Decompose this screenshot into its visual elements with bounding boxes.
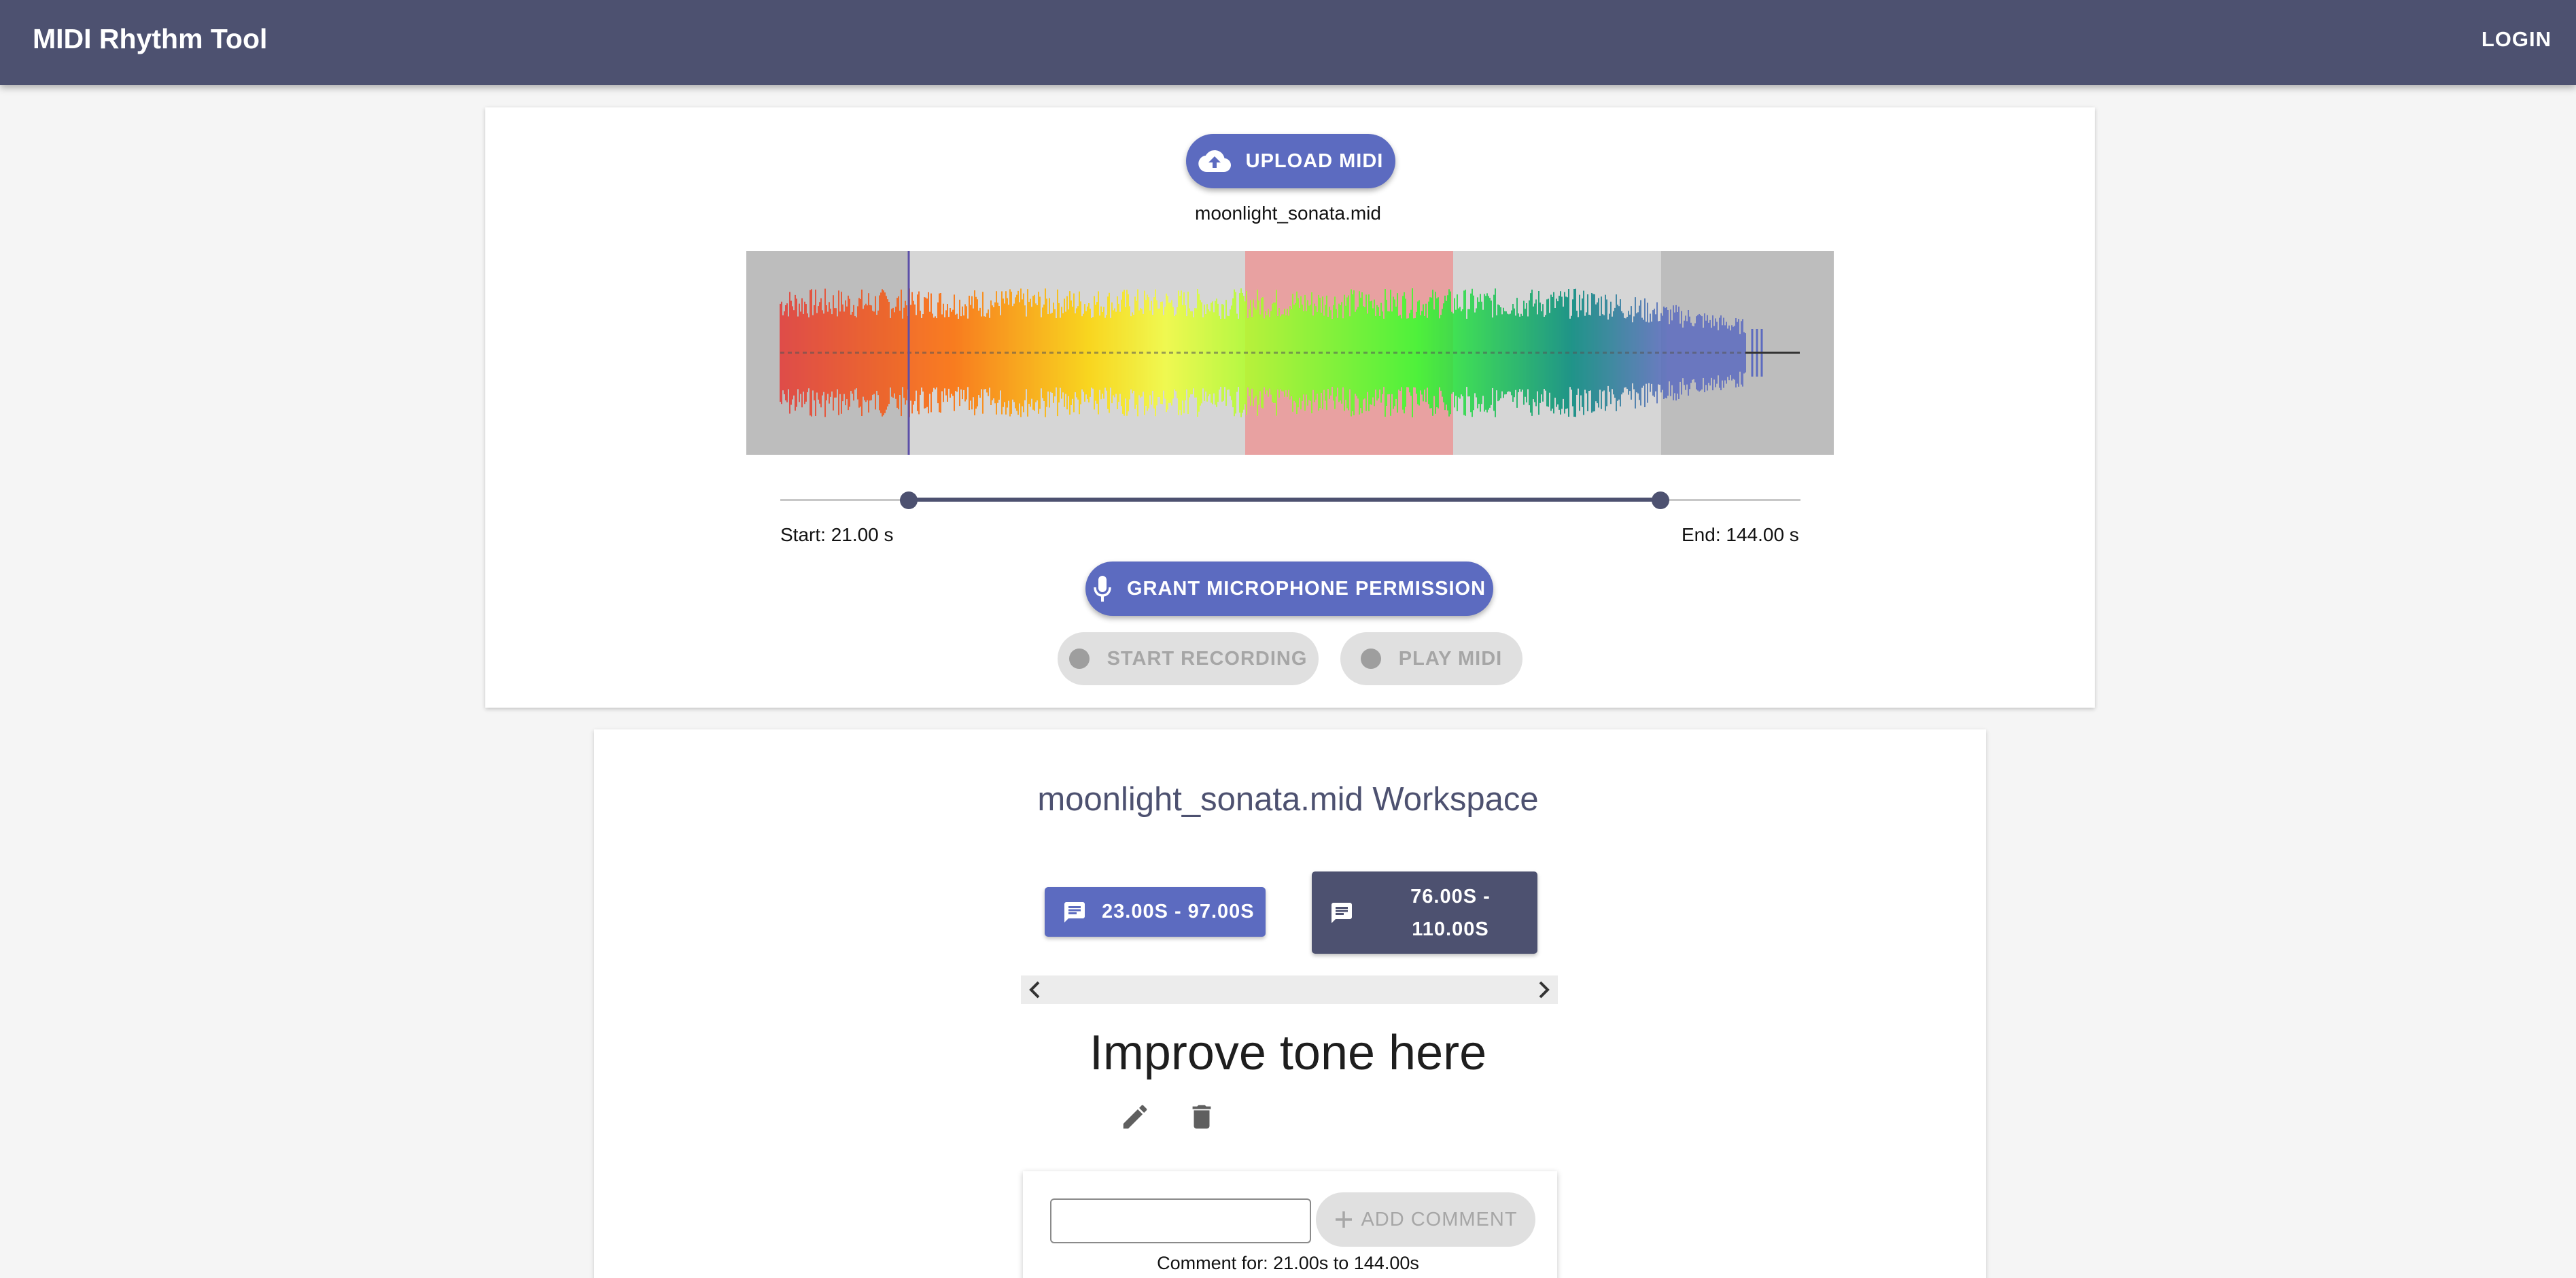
login-button[interactable]: LOGIN: [2482, 27, 2552, 52]
app-title: MIDI Rhythm Tool: [33, 23, 268, 54]
add-comment-button[interactable]: ADD COMMENT: [1316, 1192, 1535, 1247]
play-midi-button[interactable]: PLAY MIDI: [1340, 632, 1522, 685]
waveform-display[interactable]: [746, 251, 1834, 455]
comment-range-label-1: 23.00S - 97.00S: [1102, 901, 1255, 922]
comment-range-info: Comment for: 21.00s to 144.00s: [1157, 1253, 1419, 1273]
comment-range-button-1[interactable]: 23.00S - 97.00S: [1045, 887, 1266, 937]
comment-input[interactable]: [1050, 1198, 1311, 1243]
app-bar: MIDI Rhythm Tool LOGIN: [0, 0, 2576, 85]
chevron-left-icon[interactable]: [1025, 978, 1045, 1005]
grant-microphone-button[interactable]: GRANT MICROPHONE PERMISSION: [1085, 562, 1493, 616]
comment-icon: [1062, 900, 1087, 925]
grant-microphone-label: GRANT MICROPHONE PERMISSION: [1126, 577, 1486, 600]
comment-range-label-2: 76.00S - 110.00S: [1389, 880, 1512, 946]
workspace-title: moonlight_sonata.mid Workspace: [1037, 781, 1539, 818]
comment-icon: [1329, 901, 1354, 925]
comment-range-label-2-line1: 76.00S -: [1410, 885, 1491, 908]
range-slider-end-thumb[interactable]: [1652, 491, 1669, 509]
range-slider-start-thumb[interactable]: [900, 491, 918, 509]
range-slider-selection: [908, 498, 1660, 502]
start-time-label: Start: 21.00 s: [780, 524, 894, 545]
upload-midi-label: UPLOAD MIDI: [1245, 150, 1384, 172]
record-dot-icon: [1068, 649, 1090, 669]
pencil-icon[interactable]: [1119, 1101, 1151, 1136]
end-time-label: End: 144.00 s: [1682, 524, 1799, 545]
chevron-right-icon[interactable]: [1533, 978, 1554, 1005]
play-dot-icon: [1360, 649, 1381, 669]
comment-range-button-2[interactable]: 76.00S - 110.00S: [1312, 871, 1537, 954]
cloud-upload-icon: [1198, 150, 1231, 173]
comment-heading: Improve tone here: [1089, 1026, 1487, 1080]
start-recording-label: START RECORDING: [1107, 647, 1308, 670]
upload-midi-button[interactable]: UPLOAD MIDI: [1186, 134, 1395, 188]
start-recording-button[interactable]: START RECORDING: [1058, 632, 1319, 685]
plus-icon: [1334, 1209, 1354, 1230]
add-comment-label: ADD COMMENT: [1361, 1208, 1518, 1230]
play-midi-label: PLAY MIDI: [1398, 647, 1503, 670]
file-name: moonlight_sonata.mid: [1195, 203, 1381, 224]
microphone-icon: [1093, 575, 1112, 602]
comment-range-label-2-line2: 110.00S: [1412, 918, 1489, 940]
trash-icon[interactable]: [1186, 1101, 1217, 1136]
horizontal-scrollbar[interactable]: [1021, 975, 1558, 1004]
